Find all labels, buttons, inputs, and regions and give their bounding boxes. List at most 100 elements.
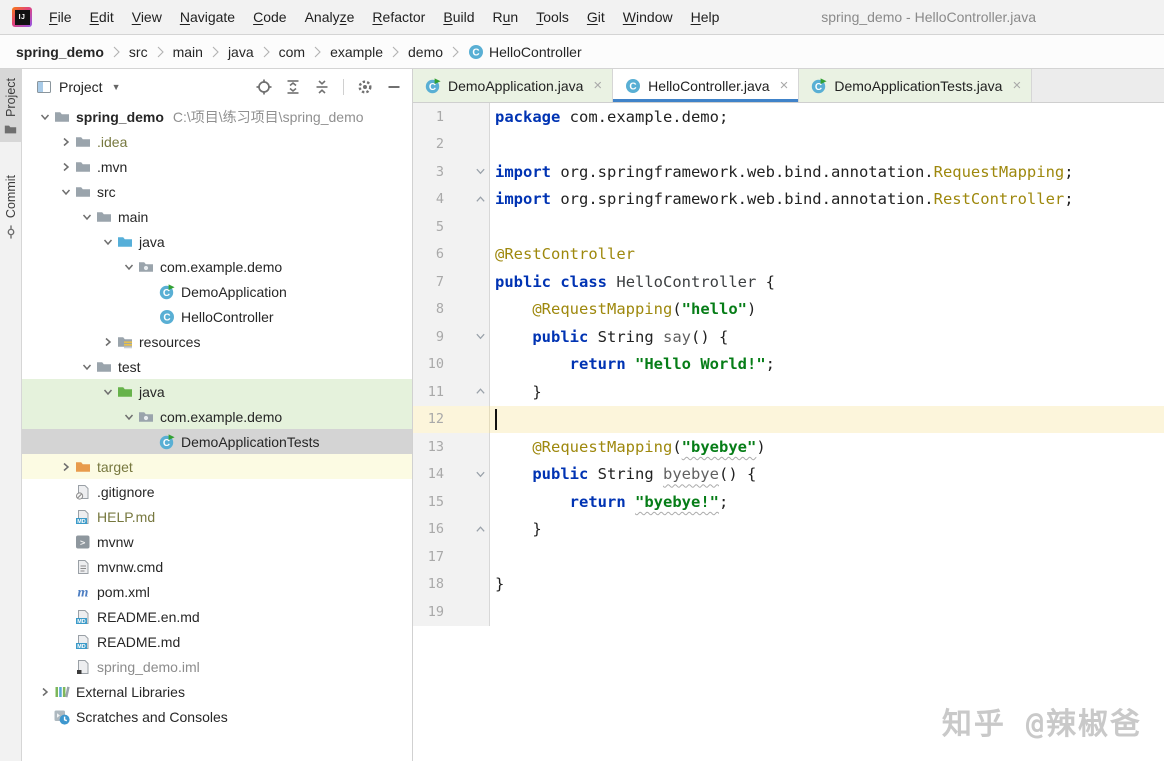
breadcrumb-item-main[interactable]: main	[171, 42, 205, 62]
tree-item-com-example-demo[interactable]: com.example.demo	[22, 254, 412, 279]
close-icon[interactable]: ×	[1012, 78, 1021, 93]
breadcrumb-item-com[interactable]: com	[277, 42, 307, 62]
code-line-10[interactable]: 10 return "Hello World!";	[413, 351, 1164, 379]
stripe-tab-project[interactable]: Project	[0, 69, 22, 142]
menu-tools[interactable]: Tools	[527, 5, 578, 29]
code-line-5[interactable]: 5	[413, 213, 1164, 241]
code-line-1[interactable]: 1package com.example.demo;	[413, 103, 1164, 131]
tree-item-src[interactable]: src	[22, 179, 412, 204]
menu-analyze[interactable]: Analyze	[296, 5, 364, 29]
chevron-down-icon[interactable]	[120, 261, 138, 273]
code-line-13[interactable]: 13 @RequestMapping("byebye")	[413, 433, 1164, 461]
code-line-3[interactable]: 3import org.springframework.web.bind.ann…	[413, 158, 1164, 186]
fold-up-icon[interactable]	[450, 186, 490, 214]
locate-icon[interactable]	[256, 79, 272, 95]
fold-up-icon[interactable]	[450, 516, 490, 544]
chevron-down-icon[interactable]	[120, 411, 138, 423]
code-line-2[interactable]: 2	[413, 131, 1164, 159]
editor-tab-hellocontroller-java[interactable]: CHelloController.java×	[613, 69, 799, 102]
fold-down-icon[interactable]	[450, 461, 490, 489]
tree-item-external-libraries[interactable]: External Libraries	[22, 679, 412, 704]
chevron-down-icon[interactable]: ▼	[112, 82, 121, 92]
tree-item-gitignore[interactable]: .gitignore	[22, 479, 412, 504]
tree-item-java[interactable]: java	[22, 379, 412, 404]
code-line-8[interactable]: 8 @RequestMapping("hello")	[413, 296, 1164, 324]
fold-down-icon[interactable]	[450, 323, 490, 351]
code-line-9[interactable]: 9 public String say() {	[413, 323, 1164, 351]
fold-up-icon[interactable]	[450, 378, 490, 406]
chevron-right-icon[interactable]	[99, 336, 117, 348]
code-editor[interactable]: 1package com.example.demo;23import org.s…	[413, 103, 1164, 761]
tree-item-spring-demo-iml[interactable]: spring_demo.iml	[22, 654, 412, 679]
tree-item-test[interactable]: test	[22, 354, 412, 379]
fold-down-icon[interactable]	[450, 158, 490, 186]
breadcrumb-item-src[interactable]: src	[127, 42, 150, 62]
code-line-6[interactable]: 6@RestController	[413, 241, 1164, 269]
menu-help[interactable]: Help	[682, 5, 729, 29]
menu-file[interactable]: File	[40, 5, 81, 29]
chevron-right-icon[interactable]	[57, 161, 75, 173]
menu-view[interactable]: View	[123, 5, 171, 29]
tree-item-mvnw[interactable]: >mvnw	[22, 529, 412, 554]
menu-refactor[interactable]: Refactor	[363, 5, 434, 29]
chevron-right-icon[interactable]	[57, 461, 75, 473]
menu-build[interactable]: Build	[434, 5, 483, 29]
code-line-17[interactable]: 17	[413, 543, 1164, 571]
tree-item-mvnw-cmd[interactable]: mvnw.cmd	[22, 554, 412, 579]
chevron-down-icon[interactable]	[78, 211, 96, 223]
panel-title[interactable]: Project	[59, 79, 103, 95]
tree-item-readme-md[interactable]: MDREADME.md	[22, 629, 412, 654]
hide-icon[interactable]	[386, 79, 402, 95]
chevron-right-icon[interactable]	[36, 686, 54, 698]
chevron-down-icon[interactable]	[57, 186, 75, 198]
breadcrumb-item-hellocontroller[interactable]: CHelloController	[466, 42, 584, 62]
code-line-19[interactable]: 19	[413, 598, 1164, 626]
chevron-down-icon[interactable]	[99, 386, 117, 398]
expand-all-icon[interactable]	[285, 79, 301, 95]
tree-item-readme-en-md[interactable]: MDREADME.en.md	[22, 604, 412, 629]
tree-item-scratches-and-consoles[interactable]: Scratches and Consoles	[22, 704, 412, 729]
chevron-down-icon[interactable]	[99, 236, 117, 248]
breadcrumb-item-example[interactable]: example	[328, 42, 385, 62]
breadcrumb-item-demo[interactable]: demo	[406, 42, 445, 62]
tree-item-help-md[interactable]: MDHELP.md	[22, 504, 412, 529]
menu-run[interactable]: Run	[484, 5, 528, 29]
tree-item-resources[interactable]: resources	[22, 329, 412, 354]
menu-navigate[interactable]: Navigate	[171, 5, 244, 29]
stripe-tab-commit[interactable]: Commit	[0, 166, 22, 246]
code-line-18[interactable]: 18}	[413, 571, 1164, 599]
menu-git[interactable]: Git	[578, 5, 614, 29]
close-icon[interactable]: ×	[593, 78, 602, 93]
tree-item-hellocontroller[interactable]: CHelloController	[22, 304, 412, 329]
menu-window[interactable]: Window	[614, 5, 682, 29]
code-line-12[interactable]: 12	[413, 406, 1164, 434]
tree-item-demoapplicationtests[interactable]: CDemoApplicationTests	[22, 429, 412, 454]
code-line-15[interactable]: 15 return "byebye!";	[413, 488, 1164, 516]
tree-item-idea[interactable]: .idea	[22, 129, 412, 154]
tree-item-pom-xml[interactable]: mpom.xml	[22, 579, 412, 604]
menu-code[interactable]: Code	[244, 5, 295, 29]
menu-edit[interactable]: Edit	[81, 5, 123, 29]
editor-tab-demoapplicationtests-java[interactable]: CDemoApplicationTests.java×	[799, 69, 1032, 102]
settings-icon[interactable]	[357, 79, 373, 95]
tree-item-spring-demo[interactable]: spring_demoC:\项目\练习项目\spring_demo	[22, 104, 412, 129]
chevron-right-icon[interactable]	[57, 136, 75, 148]
breadcrumb-item-spring-demo[interactable]: spring_demo	[14, 42, 106, 62]
code-line-16[interactable]: 16 }	[413, 516, 1164, 544]
code-line-14[interactable]: 14 public String byebye() {	[413, 461, 1164, 489]
tree-item-target[interactable]: target	[22, 454, 412, 479]
breadcrumb-item-java[interactable]: java	[226, 42, 256, 62]
close-icon[interactable]: ×	[780, 78, 789, 93]
editor-tab-demoapplication-java[interactable]: CDemoApplication.java×	[413, 69, 613, 102]
tree-item-com-example-demo[interactable]: com.example.demo	[22, 404, 412, 429]
collapse-all-icon[interactable]	[314, 79, 330, 95]
code-line-4[interactable]: 4import org.springframework.web.bind.ann…	[413, 186, 1164, 214]
tree-item-main[interactable]: main	[22, 204, 412, 229]
code-line-11[interactable]: 11 }	[413, 378, 1164, 406]
chevron-down-icon[interactable]	[78, 361, 96, 373]
tree-item-demoapplication[interactable]: CDemoApplication	[22, 279, 412, 304]
tree-item-java[interactable]: java	[22, 229, 412, 254]
chevron-down-icon[interactable]	[36, 111, 54, 123]
code-line-7[interactable]: 7public class HelloController {	[413, 268, 1164, 296]
tree-item-mvn[interactable]: .mvn	[22, 154, 412, 179]
